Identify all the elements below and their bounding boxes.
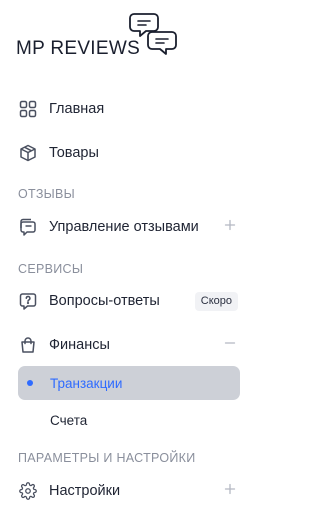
section-label-reviews: ОТЗЫВЫ <box>18 187 76 201</box>
sidebar-item-home[interactable]: Главная <box>12 91 240 127</box>
minus-icon[interactable] <box>222 335 238 351</box>
plus-icon[interactable] <box>222 481 238 497</box>
box-icon <box>18 143 38 163</box>
section-label-services: СЕРВИСЫ <box>18 262 84 276</box>
chat-bubbles-icon <box>128 12 186 62</box>
sidebar-item-settings[interactable]: Настройки <box>12 473 240 509</box>
sidebar-item-label: Главная <box>49 101 105 117</box>
gear-icon <box>18 481 38 501</box>
grid-icon <box>18 99 38 119</box>
sidebar-item-qa[interactable]: Вопросы-ответы Скоро <box>12 283 240 319</box>
plus-icon[interactable] <box>222 217 238 233</box>
active-dot-icon <box>27 380 33 386</box>
chat-icon <box>18 217 38 237</box>
sidebar-item-label: Настройки <box>49 483 121 499</box>
bag-icon <box>18 335 38 355</box>
sidebar-item-reviews-manage[interactable]: Управление отзывами <box>12 209 240 245</box>
sidebar-item-label: Финансы <box>49 337 110 353</box>
soon-badge: Скоро <box>194 292 238 311</box>
brand-name: MP REVIEWS <box>16 38 141 59</box>
sidebar-item-finance[interactable]: Финансы <box>12 327 240 363</box>
sidebar-subitem-label: Счета <box>50 412 88 428</box>
sidebar-subitem-invoices[interactable]: Счета <box>18 403 240 437</box>
sidebar-item-label: Товары <box>49 145 99 161</box>
question-chat-icon <box>18 291 38 311</box>
sidebar-item-label: Вопросы-ответы <box>49 293 160 309</box>
sidebar-subitem-transactions[interactable]: Транзакции <box>18 366 240 400</box>
section-label-settings: ПАРАМЕТРЫ И НАСТРОЙКИ <box>18 451 196 465</box>
sidebar-item-label: Управление отзывами <box>49 219 199 235</box>
sidebar-item-products[interactable]: Товары <box>12 135 240 171</box>
sidebar-subitem-label: Транзакции <box>50 375 123 391</box>
brand-logo[interactable]: MP REVIEWS <box>16 12 196 64</box>
